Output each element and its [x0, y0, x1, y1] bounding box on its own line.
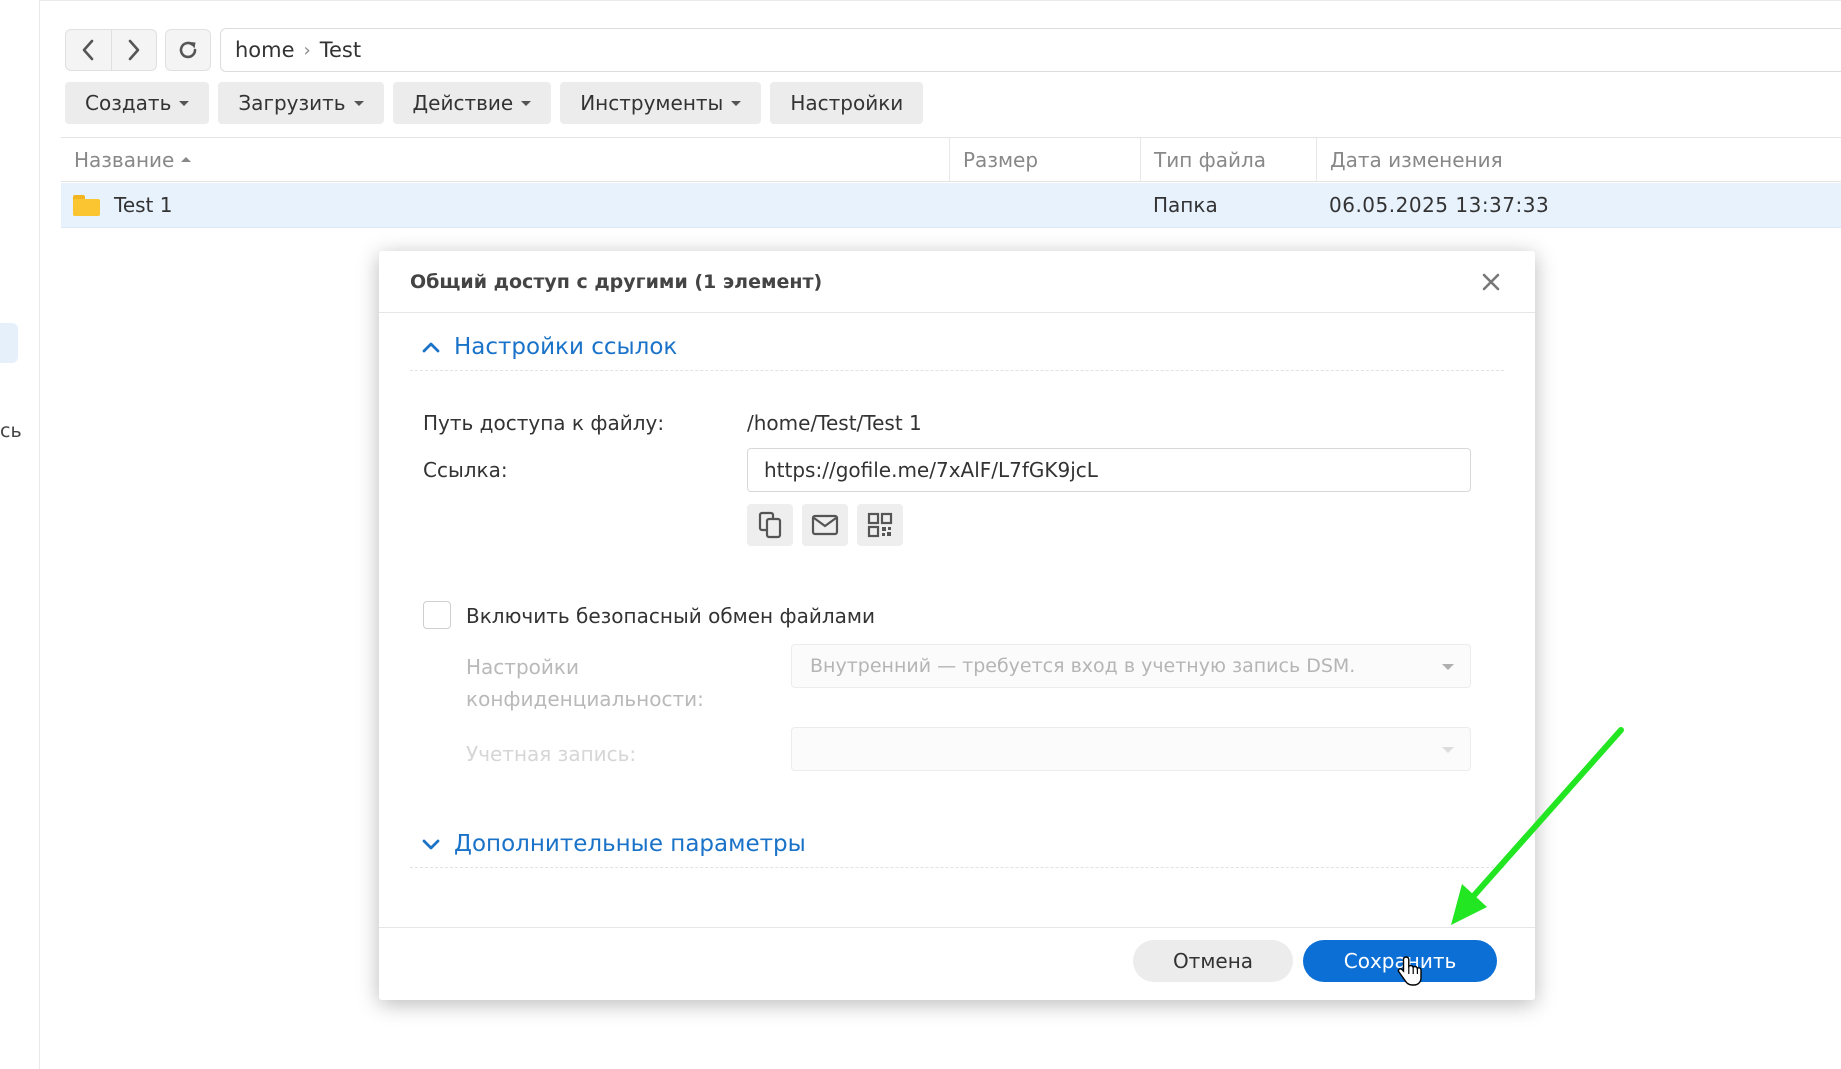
- file-name: Test 1: [114, 193, 173, 217]
- column-modified[interactable]: Дата изменения: [1316, 138, 1841, 181]
- settings-button[interactable]: Настройки: [770, 82, 924, 124]
- file-list-header: Название Размер Тип файла Дата изменения: [61, 137, 1841, 182]
- action-button[interactable]: Действие: [392, 82, 552, 124]
- caret-down-icon: [353, 100, 364, 106]
- forward-button[interactable]: [110, 30, 157, 70]
- secure-share-checkbox[interactable]: [423, 601, 451, 629]
- chevron-down-icon: [422, 839, 440, 849]
- account-label: Учетная запись:: [466, 742, 637, 766]
- privacy-label: Настройки конфиденциальности:: [466, 655, 704, 711]
- mail-icon: [811, 514, 839, 536]
- link-settings-header[interactable]: Настройки ссылок: [410, 323, 1504, 371]
- settings-label: Настройки: [790, 91, 904, 115]
- email-link-button[interactable]: [802, 504, 848, 546]
- sort-asc-icon: [181, 157, 192, 162]
- privacy-select[interactable]: Внутренний — требуется вход в учетную за…: [791, 644, 1471, 688]
- sidebar-active-item[interactable]: [0, 323, 18, 363]
- file-modified: 06.05.2025 13:37:33: [1329, 193, 1550, 217]
- link-label: Ссылка:: [423, 458, 508, 482]
- create-button[interactable]: Создать: [65, 82, 210, 124]
- chevron-left-icon: [82, 39, 94, 61]
- secure-share-label[interactable]: Включить безопасный обмен файлами: [466, 604, 875, 628]
- copy-link-button[interactable]: [747, 504, 793, 546]
- divider: [40, 0, 1841, 1]
- path-label: Путь доступа к файлу:: [423, 411, 665, 435]
- breadcrumb-test[interactable]: Test: [320, 38, 361, 62]
- tools-label: Инструменты: [580, 91, 724, 115]
- file-type: Папка: [1153, 193, 1218, 217]
- advanced-heading: Дополнительные параметры: [454, 830, 806, 857]
- path-value: /home/Test/Test 1: [747, 411, 922, 435]
- copy-icon: [758, 511, 782, 539]
- column-type[interactable]: Тип файла: [1140, 138, 1316, 181]
- link-settings-heading: Настройки ссылок: [454, 333, 678, 360]
- close-icon[interactable]: [1478, 269, 1504, 295]
- breadcrumb-home[interactable]: home: [235, 38, 295, 62]
- chevron-right-icon: [128, 39, 140, 61]
- cancel-button[interactable]: Отмена: [1133, 940, 1293, 982]
- dropdown-arrow-icon: [1442, 747, 1454, 753]
- refresh-button[interactable]: [165, 29, 211, 71]
- folder-icon: [73, 194, 100, 216]
- advanced-header[interactable]: Дополнительные параметры: [410, 820, 1504, 868]
- sidebar-item-label: сь: [0, 420, 22, 442]
- link-field[interactable]: https://gofile.me/7xAlF/L7fGK9jcL: [747, 448, 1471, 492]
- chevron-up-icon: [422, 342, 440, 352]
- path-bar[interactable]: home › Test: [220, 28, 1841, 72]
- tools-button[interactable]: Инструменты: [560, 82, 762, 124]
- dialog-footer: Отмена Сохранить: [379, 927, 1535, 1000]
- history-nav: [65, 29, 157, 71]
- left-sidebar: сь: [0, 0, 40, 1069]
- dialog-title: Общий доступ с другими (1 элемент): [379, 251, 1535, 313]
- qr-code-button[interactable]: [857, 504, 903, 546]
- upload-label: Загрузить: [238, 91, 346, 115]
- table-row[interactable]: Test 1 Папка 06.05.2025 13:37:33: [61, 183, 1841, 228]
- account-select[interactable]: [791, 727, 1471, 771]
- qr-code-icon: [867, 512, 893, 538]
- action-label: Действие: [412, 91, 514, 115]
- refresh-icon: [179, 41, 197, 59]
- share-dialog: Общий доступ с другими (1 элемент) Настр…: [379, 251, 1535, 1000]
- dropdown-arrow-icon: [1442, 664, 1454, 670]
- column-size[interactable]: Размер: [949, 138, 1140, 181]
- back-button[interactable]: [66, 30, 111, 70]
- upload-button[interactable]: Загрузить: [218, 82, 384, 124]
- caret-down-icon: [731, 100, 742, 106]
- hand-cursor-icon: [1397, 956, 1422, 986]
- caret-down-icon: [521, 100, 532, 106]
- breadcrumb-separator-icon: ›: [303, 39, 311, 61]
- column-name[interactable]: Название: [61, 138, 949, 181]
- caret-down-icon: [179, 100, 190, 106]
- create-label: Создать: [85, 91, 172, 115]
- toolbar: Создать Загрузить Действие Инструменты Н…: [65, 82, 924, 124]
- privacy-value: Внутренний — требуется вход в учетную за…: [810, 655, 1356, 677]
